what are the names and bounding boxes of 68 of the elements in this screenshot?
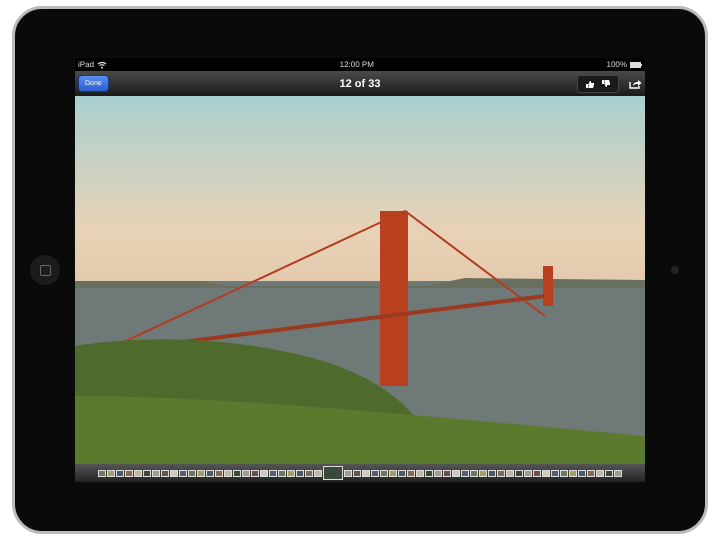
camera-icon xyxy=(671,266,679,274)
photo-thumbnail[interactable] xyxy=(305,470,313,476)
photo-thumbnail[interactable] xyxy=(488,470,496,476)
photo-thumbnail[interactable] xyxy=(116,470,124,476)
photo-thumbnail[interactable] xyxy=(107,470,115,476)
photo-thumbnail[interactable] xyxy=(605,470,613,476)
photo-thumbnail[interactable] xyxy=(362,470,370,476)
carrier-label: iPad xyxy=(78,60,94,69)
photo-thumbnail[interactable] xyxy=(587,470,595,476)
photo-thumbnail[interactable] xyxy=(206,470,214,476)
photo-thumbnail[interactable] xyxy=(515,470,523,476)
photo-thumbnail[interactable] xyxy=(269,470,277,476)
photo-thumbnail[interactable] xyxy=(416,470,424,476)
photo-thumbnail[interactable] xyxy=(506,470,514,476)
photo-thumbnail[interactable] xyxy=(242,470,250,476)
photo-thumbnail[interactable] xyxy=(98,470,106,476)
clock-label: 12:00 PM xyxy=(340,60,374,69)
photo-thumbnail[interactable] xyxy=(296,470,304,476)
photo-thumbnail[interactable] xyxy=(479,470,487,476)
photo-thumbnail[interactable] xyxy=(398,470,406,476)
photo-thumbnail[interactable] xyxy=(314,470,322,476)
photo-thumbnail[interactable] xyxy=(407,470,415,476)
photo-thumbnail[interactable] xyxy=(596,470,604,476)
photo-thumbnail[interactable] xyxy=(287,470,295,476)
photo-thumbnail[interactable] xyxy=(452,470,460,476)
photo-thumbnail[interactable] xyxy=(125,470,133,476)
photo-thumbnail[interactable] xyxy=(614,470,622,476)
photo-thumbnail[interactable] xyxy=(578,470,586,476)
photo-thumbnail[interactable] xyxy=(224,470,232,476)
photo-thumbnail[interactable] xyxy=(551,470,559,476)
photo-thumbnail[interactable] xyxy=(323,466,343,480)
thumbs-down-icon[interactable] xyxy=(602,80,610,88)
photo-thumbnail[interactable] xyxy=(434,470,442,476)
photo-thumbnail[interactable] xyxy=(470,470,478,476)
photo-thumbnail[interactable] xyxy=(179,470,187,476)
photo-thumbnail[interactable] xyxy=(533,470,541,476)
wifi-icon xyxy=(97,60,108,68)
thumbs-up-icon[interactable] xyxy=(586,80,594,88)
photo-thumbnail[interactable] xyxy=(560,470,568,476)
photo-thumbnail[interactable] xyxy=(197,470,205,476)
photo-thumbnail[interactable] xyxy=(569,470,577,476)
battery-icon xyxy=(630,62,642,68)
photo-thumbnail[interactable] xyxy=(161,470,169,476)
photo-thumbnail[interactable] xyxy=(188,470,196,476)
photo-thumbnail[interactable] xyxy=(497,470,505,476)
photo-thumbnail[interactable] xyxy=(443,470,451,476)
photo-thumbnail[interactable] xyxy=(233,470,241,476)
photo-thumbnail[interactable] xyxy=(389,470,397,476)
photo-thumbnail[interactable] xyxy=(524,470,532,476)
photo-thumbnail[interactable] xyxy=(215,470,223,476)
photo-thumbnail[interactable] xyxy=(461,470,469,476)
photo-thumbnail[interactable] xyxy=(170,470,178,476)
photo-thumbnail[interactable] xyxy=(134,470,142,476)
photo-thumbnail[interactable] xyxy=(425,470,433,476)
photo-counter: 12 of 33 xyxy=(340,78,380,90)
photo-thumbnail[interactable] xyxy=(380,470,388,476)
photo-thumbnail[interactable] xyxy=(152,470,160,476)
photo-thumbnail[interactable] xyxy=(260,470,268,476)
home-button[interactable] xyxy=(30,255,60,285)
photo-thumbnail[interactable] xyxy=(371,470,379,476)
photo-thumbnail[interactable] xyxy=(278,470,286,476)
photo-thumbnail[interactable] xyxy=(353,470,361,476)
share-icon[interactable] xyxy=(629,78,642,89)
photo-thumbnail[interactable] xyxy=(251,470,259,476)
photo-thumbnail[interactable] xyxy=(143,470,151,476)
battery-label: 100% xyxy=(606,60,627,69)
photo-thumbnail[interactable] xyxy=(344,470,352,476)
photo-thumbnail[interactable] xyxy=(542,470,550,476)
